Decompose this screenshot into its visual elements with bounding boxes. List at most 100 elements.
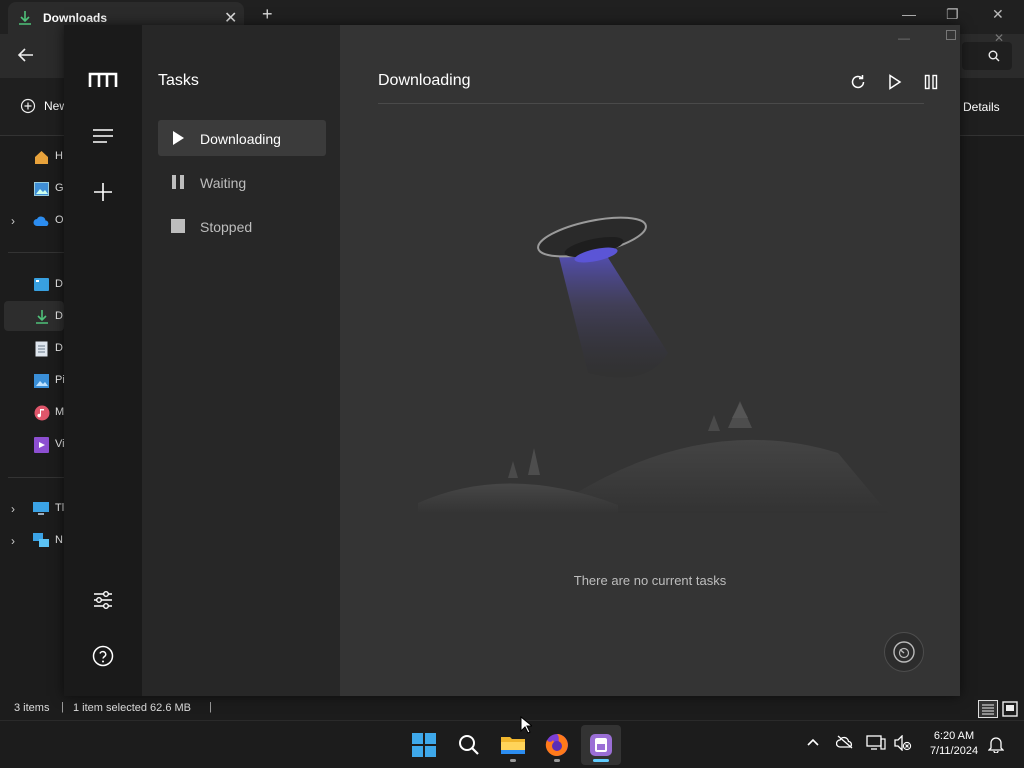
clock-time: 6:20 AM	[933, 730, 975, 742]
item-count: 3 items	[14, 702, 50, 714]
app-minimize-icon[interactable]: —	[898, 31, 910, 45]
sidebar-item-label: D	[55, 342, 63, 354]
plus-circle-icon	[20, 98, 36, 114]
chevron-right-icon[interactable]: ›	[11, 214, 15, 228]
explorer-status-bar: 3 items | 1 item selected 62.6 MB |	[0, 697, 1024, 720]
clock-date: 7/11/2024	[929, 745, 979, 757]
app-maximize-icon[interactable]	[945, 29, 957, 41]
mouse-cursor	[520, 716, 532, 734]
this-pc-icon	[33, 502, 49, 516]
main-content: — ✕ Downloading There are no current tas…	[340, 25, 1004, 696]
file-explorer-icon	[500, 734, 526, 756]
sidebar-item-onedrive[interactable]: › O	[0, 206, 64, 236]
pause-outline-icon	[924, 74, 938, 90]
sidebar-divider	[8, 252, 64, 253]
nav-item-waiting[interactable]: Waiting	[158, 164, 326, 200]
pictures-icon	[34, 374, 49, 388]
speedometer-button[interactable]	[884, 632, 924, 672]
tiles-view-button[interactable]	[1001, 700, 1019, 718]
taskbar: 6:20 AM 7/11/2024	[0, 720, 1024, 768]
play-outline-icon	[888, 74, 902, 90]
menu-icon[interactable]	[87, 120, 119, 152]
sidebar-item-videos[interactable]: Vi	[0, 430, 65, 460]
network-icon[interactable]	[866, 735, 886, 751]
start-icon	[412, 733, 436, 757]
sidebar-item-documents[interactable]: D	[0, 334, 64, 364]
sidebar-divider	[8, 477, 64, 478]
selection-info: 1 item selected 62.6 MB	[73, 702, 192, 714]
pause-icon	[171, 175, 185, 189]
close-window-icon[interactable]: ✕	[992, 6, 1004, 23]
refresh-icon	[850, 74, 866, 90]
details-view-button[interactable]	[978, 700, 998, 718]
search-button[interactable]	[449, 725, 489, 765]
nav-item-downloading[interactable]: Downloading	[158, 120, 326, 156]
help-icon[interactable]	[87, 640, 119, 672]
ufo-illustration	[418, 203, 888, 513]
gallery-icon	[34, 182, 49, 196]
restore-icon[interactable]: ❐	[946, 6, 959, 23]
nav-item-label: Waiting	[200, 175, 247, 191]
home-icon	[34, 150, 49, 164]
page-title: Downloading	[378, 72, 471, 89]
nav-item-label: Downloading	[200, 131, 281, 147]
title-divider	[378, 103, 924, 104]
documents-icon	[35, 341, 48, 357]
explorer-tab-title: Downloads	[43, 11, 108, 25]
motrix-window: Tasks Downloading Waiting Stopped — ✕ Do…	[64, 25, 1004, 696]
status-separator: |	[61, 701, 64, 713]
motrix-logo-icon	[87, 64, 119, 96]
sidebar-item-label: Tl	[55, 502, 65, 514]
sidebar-item-label: O	[55, 214, 64, 226]
volume-muted-icon[interactable]	[894, 735, 912, 751]
details-button[interactable]: Details	[963, 100, 1000, 114]
onedrive-offline-icon[interactable]	[836, 735, 854, 749]
videos-icon	[34, 437, 49, 453]
refresh-button[interactable]	[847, 71, 869, 93]
sidebar-item-label: D	[55, 310, 63, 322]
sidebar-item-this-pc[interactable]: › Tl	[0, 494, 64, 524]
sidebar-item-network[interactable]: › N	[0, 526, 64, 556]
minimize-icon[interactable]: —	[902, 6, 916, 22]
chevron-right-icon[interactable]: ›	[11, 534, 15, 548]
speedometer-icon	[892, 640, 916, 664]
sidebar-item-gallery[interactable]: G	[0, 174, 64, 204]
sidebar-item-desktop[interactable]: D	[0, 270, 64, 300]
back-arrow-icon[interactable]	[16, 45, 36, 65]
empty-state-message: There are no current tasks	[573, 573, 727, 588]
sidebar-item-music[interactable]: M	[0, 398, 64, 428]
app-close-icon[interactable]: ✕	[994, 31, 1004, 45]
play-icon	[171, 131, 185, 145]
stop-icon	[171, 219, 185, 233]
sidebar-item-downloads[interactable]: D	[0, 302, 64, 332]
firefox-icon	[545, 733, 569, 757]
sidebar-item-home[interactable]: H	[0, 142, 64, 172]
settings-sliders-icon[interactable]	[87, 584, 119, 616]
sidebar-item-label: D	[55, 278, 63, 290]
search-icon	[458, 734, 480, 756]
new-button[interactable]: New	[20, 98, 68, 114]
search-button[interactable]	[962, 42, 1012, 70]
add-task-button[interactable]	[87, 176, 119, 208]
nav-item-stopped[interactable]: Stopped	[158, 208, 326, 244]
chevron-right-icon[interactable]: ›	[11, 502, 15, 516]
motrix-icon	[590, 734, 612, 756]
running-indicator	[554, 759, 560, 762]
tasks-panel-title: Tasks	[158, 72, 199, 89]
sidebar-item-label: M	[55, 406, 65, 418]
firefox-taskbar-button[interactable]	[537, 725, 577, 765]
motrix-taskbar-button[interactable]	[581, 725, 621, 765]
start-button[interactable]	[404, 725, 444, 765]
resume-all-button[interactable]	[884, 71, 906, 93]
download-icon	[18, 10, 32, 26]
chevron-up-icon[interactable]	[806, 735, 820, 749]
running-indicator	[510, 759, 516, 762]
new-tab-button[interactable]: +	[262, 4, 273, 25]
pause-all-button[interactable]	[920, 71, 942, 93]
music-icon	[34, 405, 50, 421]
system-clock[interactable]: 6:20 AM 7/11/2024	[918, 729, 990, 759]
notification-bell-icon[interactable]	[988, 735, 1004, 753]
sidebar-item-pictures[interactable]: Pi	[0, 366, 65, 396]
onedrive-icon	[33, 216, 50, 227]
app-rail	[64, 25, 142, 696]
